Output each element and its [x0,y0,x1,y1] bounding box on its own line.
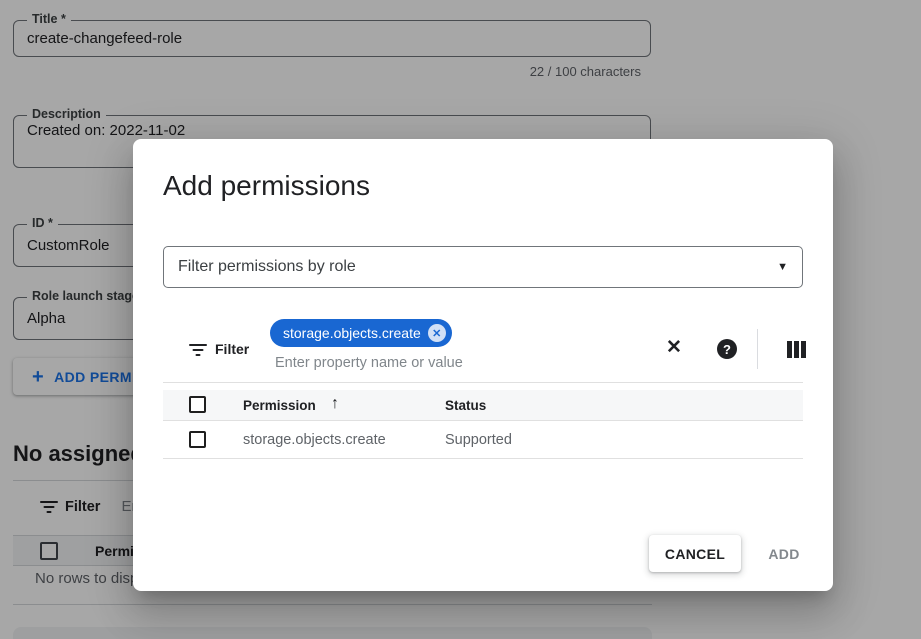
role-select-placeholder: Filter permissions by role [178,258,356,276]
select-all-checkbox[interactable] [189,396,206,413]
filter-icon [189,344,207,356]
permission-cell: storage.objects.create [243,432,386,448]
chip-remove-icon[interactable]: ✕ [428,324,446,342]
add-permissions-dialog: Add permissions Filter permissions by ro… [133,139,833,591]
filter-chip[interactable]: storage.objects.create ✕ [270,319,452,347]
toolbar-filter-label: Filter [215,341,249,357]
status-cell: Supported [445,432,512,448]
row-checkbox[interactable] [189,431,206,448]
permissions-table: Permission ↑ Status storage.objects.crea… [163,390,803,459]
filter-chip-label: storage.objects.create [283,325,421,341]
table-row: storage.objects.create Supported [163,421,803,459]
dialog-title: Add permissions [163,170,370,202]
status-column-header: Status [445,398,486,413]
filter-input[interactable] [275,355,575,371]
cancel-button[interactable]: CANCEL [649,535,741,572]
divider [757,329,758,369]
filter-permissions-by-role-select[interactable]: Filter permissions by role ▼ [163,246,803,288]
column-display-icon[interactable] [787,341,806,358]
sort-ascending-icon[interactable]: ↑ [331,395,339,413]
permissions-table-header: Permission ↑ Status [163,390,803,421]
add-button[interactable]: ADD [752,535,816,572]
chevron-down-icon: ▼ [777,261,788,273]
clear-filter-icon[interactable]: ✕ [666,338,682,357]
permissions-filter-toolbar: Filter storage.objects.create ✕ ✕ ? [163,315,803,383]
permission-column-header[interactable]: Permission [243,398,316,413]
help-icon[interactable]: ? [717,339,737,359]
